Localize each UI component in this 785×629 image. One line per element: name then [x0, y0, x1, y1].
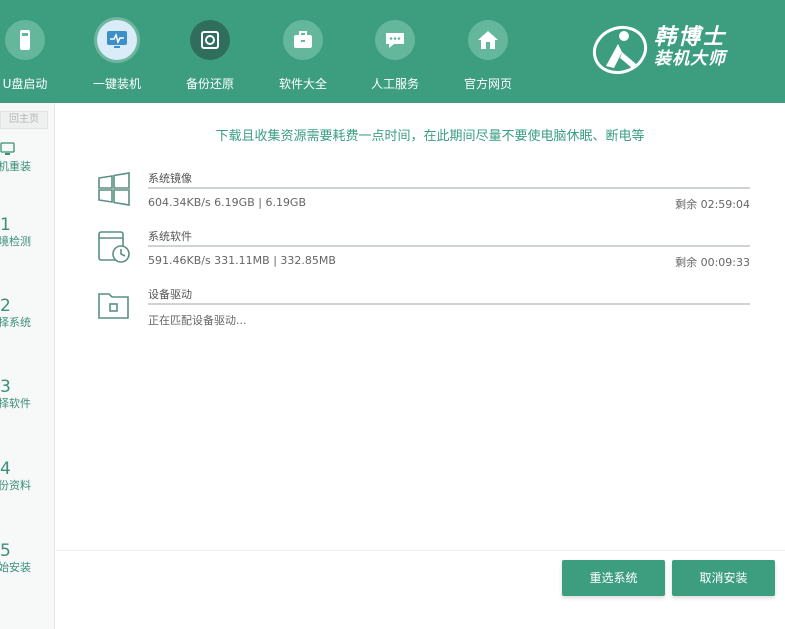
progress-fill — [148, 303, 750, 305]
chat-icon — [386, 33, 404, 48]
step-label: 份资料 — [0, 479, 31, 492]
step-number: 1 — [0, 215, 11, 235]
step-sidebar: 回主页 机重装 1 境检测 2 择系统 3 择软件 4 份资料 5 始安装 — [0, 103, 55, 629]
nav-label: 人工服务 — [370, 77, 419, 91]
step-item-5: 5 始安装 — [0, 541, 55, 575]
step-number: 2 — [0, 296, 11, 316]
nav-item-software[interactable]: 软件大全 — [258, 16, 348, 96]
step-label: 境检测 — [0, 235, 31, 248]
step-number: 4 — [0, 459, 11, 479]
brand-logo: 韩博士 装机大师 — [592, 22, 772, 78]
nav-item-website[interactable]: 官方网页 — [443, 16, 533, 96]
nav-label: 备份还原 — [185, 77, 234, 91]
step-item-4: 4 份资料 — [0, 459, 55, 493]
download-item-system-software: 系统软件 591.46KB/s 331.11MB | 332.85MB 剩余 0… — [95, 228, 755, 278]
windows-icon — [98, 172, 130, 206]
driver-folder-icon — [98, 293, 129, 319]
step-label: 始安装 — [0, 561, 31, 574]
progress-fill — [148, 187, 750, 189]
nav-label: 软件大全 — [278, 77, 327, 91]
cancel-install-button[interactable]: 取消安装 — [672, 560, 775, 596]
step-item-3: 3 择软件 — [0, 377, 55, 411]
download-name: 设备驱动 — [148, 288, 192, 301]
step-number: 5 — [0, 541, 11, 561]
nav-label: U盘启动 — [2, 77, 48, 91]
brand-mark-icon — [592, 25, 648, 75]
computer-icon — [0, 142, 15, 155]
step-item-1: 1 境检测 — [0, 215, 55, 249]
home-icon — [478, 31, 498, 49]
nav-item-support[interactable]: 人工服务 — [350, 16, 440, 96]
step-label: 择系统 — [0, 316, 31, 329]
progress-bar — [148, 187, 750, 189]
briefcase-icon — [294, 31, 312, 48]
download-remaining: 剩余 00:09:33 — [675, 256, 750, 269]
download-item-device-driver: 设备驱动 正在匹配设备驱动... — [95, 286, 755, 336]
download-name: 系统镜像 — [148, 172, 192, 185]
download-remaining: 剩余 02:59:04 — [675, 198, 750, 211]
nav-item-one-click-install[interactable]: 一键装机 — [72, 16, 162, 96]
step-item-reinstall: 机重装 — [0, 141, 55, 174]
nav-item-backup-restore[interactable]: 备份还原 — [165, 16, 255, 96]
download-speed: 591.46KB/s 331.11MB | 332.85MB — [148, 254, 336, 267]
app-header: U盘启动 一键装机 备份还原 软件大全 人工服务 官方网页 韩博士 装机大师 — [0, 0, 785, 103]
progress-fill — [148, 245, 750, 247]
nav-label: 官方网页 — [463, 77, 512, 91]
software-clock-icon — [98, 231, 130, 263]
brand-name: 韩博士 — [654, 25, 727, 50]
backup-icon — [201, 31, 219, 49]
footer-divider — [56, 550, 785, 551]
step-label: 机重装 — [0, 160, 31, 173]
nav-item-usb-boot[interactable]: U盘启动 — [0, 16, 70, 96]
step-label: 择软件 — [0, 397, 31, 410]
nav-label: 一键装机 — [92, 77, 141, 91]
back-home-button[interactable]: 回主页 — [0, 111, 48, 129]
download-notice: 下载且收集资源需要耗费一点时间，在此期间尽量不要使电脑休眠、断电等 — [215, 129, 645, 144]
step-number: 3 — [0, 377, 11, 397]
progress-bar — [148, 245, 750, 247]
progress-bar — [148, 303, 750, 305]
reselect-system-button[interactable]: 重选系统 — [562, 560, 665, 596]
step-item-2: 2 择系统 — [0, 296, 55, 330]
brand-subtitle: 装机大师 — [654, 49, 726, 70]
usb-drive-icon — [20, 30, 30, 50]
monitor-icon — [107, 31, 127, 48]
download-speed: 604.34KB/s 6.19GB | 6.19GB — [148, 196, 307, 209]
download-name: 系统软件 — [148, 230, 192, 243]
download-status: 正在匹配设备驱动... — [148, 314, 247, 327]
download-item-system-image: 系统镜像 604.34KB/s 6.19GB | 6.19GB 剩余 02:59… — [95, 170, 755, 220]
